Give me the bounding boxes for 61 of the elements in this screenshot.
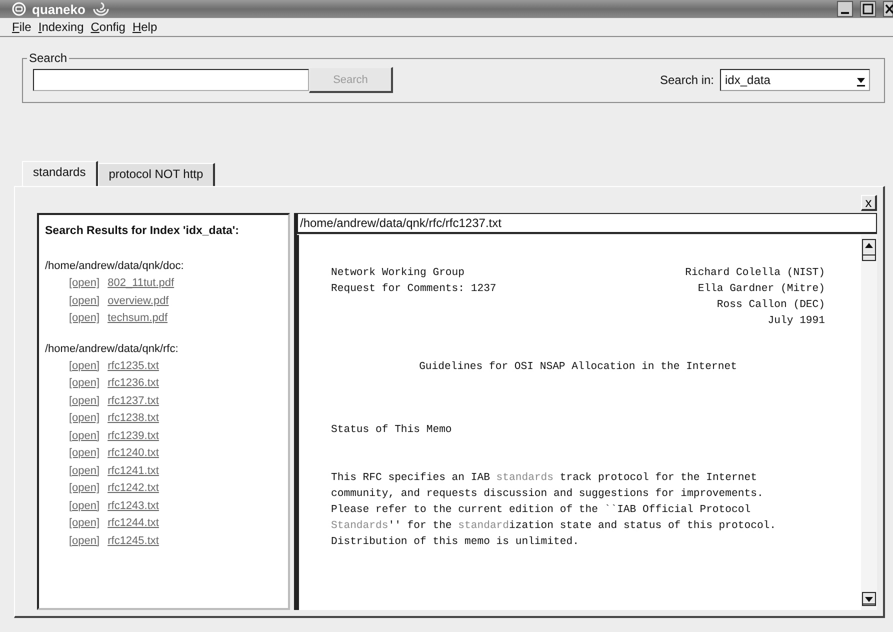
file-link[interactable]: rfc1245.txt — [108, 532, 159, 550]
file-link[interactable]: rfc1243.txt — [108, 498, 159, 515]
open-link[interactable]: [open] — [69, 515, 100, 532]
path-field[interactable]: /home/andrew/data/qnk/rfc/rfc1237.txt — [297, 213, 877, 234]
open-link[interactable]: [open] — [69, 310, 100, 328]
open-link[interactable]: [open] — [69, 292, 100, 310]
file-link[interactable]: overview.pdf — [108, 292, 169, 310]
directory-path: /home/andrew/data/qnk/rfc: — [45, 342, 180, 356]
search-field[interactable] — [33, 69, 309, 91]
open-link[interactable]: [open] — [69, 480, 100, 498]
header-text: Richard Colella (NIST) — [685, 266, 825, 281]
scroll-up-icon[interactable] — [862, 239, 876, 261]
file-link[interactable]: rfc1242.txt — [108, 480, 159, 498]
index-dropdown[interactable]: idx_data — [720, 69, 870, 91]
open-link[interactable]: [open] — [69, 392, 100, 410]
file-link[interactable]: rfc1240.txt — [108, 445, 159, 462]
open-link[interactable]: [open] — [69, 275, 100, 292]
maximize-icon[interactable] — [860, 1, 876, 17]
window-menu-icon[interactable] — [12, 2, 26, 16]
file-link[interactable]: rfc1244.txt — [108, 515, 159, 532]
search-in-label: Search in: — [660, 73, 714, 87]
open-link[interactable]: [open] — [69, 375, 100, 392]
swirl-icon — [91, 1, 112, 17]
open-link[interactable]: [open] — [69, 410, 100, 428]
scroll-down-icon[interactable] — [862, 592, 876, 606]
menu-item[interactable]: File — [12, 20, 32, 34]
group-label: Search — [28, 51, 68, 65]
menu-item[interactable]: Help — [132, 20, 158, 34]
document-title: Guidelines for OSI NSAP Allocation in the Internet — [419, 361, 737, 373]
header-text: Ross Callon (DEC) — [716, 298, 825, 313]
menu-item[interactable]: Indexing — [38, 20, 84, 34]
paragraph-text: This RFC specifies an IAB standards track protocol for the Internet community, and requests discussion and suggestions for improvements. Please refer to the current edition of the ``IAB Official Protocol Standards'' for the standardization state and status of this protocol. Distribution of this memo is unlimited. — [331, 471, 778, 550]
header-text: Request for Comments: 1237 — [331, 282, 496, 297]
open-link[interactable]: [open] — [69, 445, 100, 462]
minimize-icon[interactable] — [837, 1, 853, 17]
tab[interactable]: standards — [22, 161, 98, 186]
header-text: Ella Gardner (Mitre) — [698, 282, 825, 297]
file-link[interactable]: rfc1238.txt — [108, 410, 159, 428]
section-heading: Status of This Memo — [331, 424, 452, 436]
close-icon[interactable] — [883, 1, 893, 17]
scrollbar[interactable] — [861, 235, 877, 610]
results-heading: Search Results for Index 'idx_data': — [45, 225, 240, 237]
open-link[interactable]: [open] — [69, 532, 100, 550]
file-link[interactable]: rfc1236.txt — [108, 375, 159, 392]
header-text: Network Working Group — [331, 266, 465, 281]
window-title: quaneko — [32, 2, 86, 16]
file-link[interactable]: rfc1235.txt — [108, 358, 159, 375]
close-tab-button[interactable]: x — [861, 195, 877, 211]
file-link[interactable]: rfc1237.txt — [108, 392, 159, 410]
menu-item[interactable]: Config — [90, 20, 126, 34]
open-link[interactable]: [open] — [69, 428, 100, 445]
header-text: July 1991 — [768, 314, 825, 329]
tab[interactable]: protocol NOT http — [98, 163, 216, 186]
file-link[interactable]: techsum.pdf — [108, 310, 168, 328]
file-link[interactable]: rfc1241.txt — [108, 462, 159, 480]
directory-path: /home/andrew/data/qnk/doc: — [45, 259, 185, 274]
open-link[interactable]: [open] — [69, 358, 100, 375]
file-link[interactable]: 802_11tut.pdf — [108, 275, 174, 292]
file-link[interactable]: rfc1239.txt — [108, 428, 159, 445]
open-link[interactable]: [open] — [69, 498, 100, 515]
open-link[interactable]: [open] — [69, 462, 100, 480]
